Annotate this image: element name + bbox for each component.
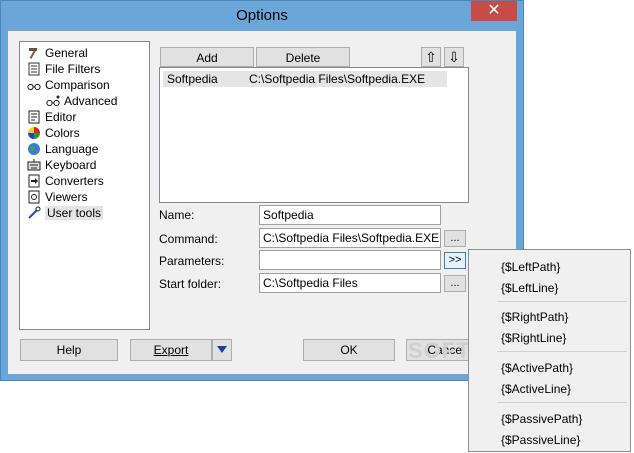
- tree-label: Viewers: [45, 190, 88, 204]
- tree-label: General: [45, 46, 88, 60]
- menu-item-right-path[interactable]: {$RightPath}: [501, 310, 568, 324]
- list-item[interactable]: Softpedia C:\Softpedia Files\Softpedia.E…: [163, 71, 447, 87]
- move-down-button[interactable]: ⇩: [444, 47, 464, 67]
- name-field[interactable]: Softpedia: [259, 205, 441, 225]
- tree-label: Keyboard: [45, 158, 97, 172]
- chevron-down-icon: [217, 346, 227, 353]
- filter-icon: [28, 62, 40, 76]
- tree-label: Language: [45, 142, 99, 156]
- menu-item-passive-path[interactable]: {$PassivePath}: [501, 412, 582, 426]
- dialog-client: General File Filters Comparison Advanced: [8, 31, 516, 374]
- tree-item-general[interactable]: General: [27, 45, 88, 61]
- delete-button[interactable]: Delete: [256, 47, 350, 67]
- parameters-menu-button[interactable]: >>: [444, 252, 466, 269]
- start-folder-browse-button[interactable]: ...: [444, 275, 466, 292]
- help-button[interactable]: Help: [20, 339, 118, 361]
- globe-icon: [28, 143, 40, 155]
- title-bar[interactable]: Options ✕: [0, 0, 524, 31]
- tree-label: Converters: [45, 174, 104, 188]
- command-browse-button[interactable]: ...: [444, 230, 466, 247]
- tree-item-viewers[interactable]: Viewers: [27, 189, 87, 205]
- tree-label: Editor: [45, 110, 77, 124]
- export-button[interactable]: Export: [130, 339, 212, 361]
- tools-icon: [28, 206, 41, 219]
- tree-item-editor[interactable]: Editor: [27, 109, 76, 125]
- name-label: Name:: [159, 208, 195, 222]
- parameters-popup-menu: {$LeftPath} {$LeftLine} {$RightPath} {$R…: [468, 249, 631, 452]
- tree-item-keyboard[interactable]: Keyboard: [27, 157, 96, 173]
- command-field[interactable]: C:\Softpedia Files\Softpedia.EXE: [259, 228, 441, 248]
- tree-item-language[interactable]: Language: [27, 141, 98, 157]
- menu-item-left-path[interactable]: {$LeftPath}: [501, 260, 560, 274]
- ok-button[interactable]: OK: [303, 339, 395, 361]
- menu-item-active-line[interactable]: {$ActiveLine}: [501, 382, 571, 396]
- tree-item-advanced[interactable]: Advanced: [46, 93, 117, 109]
- command-label: Command:: [159, 232, 218, 246]
- keyboard-icon: [27, 159, 41, 171]
- parameters-field[interactable]: [259, 250, 441, 270]
- menu-separator: [497, 402, 627, 403]
- hammer-icon: [29, 48, 37, 59]
- window-title: Options: [236, 7, 288, 24]
- parameters-label: Parameters:: [159, 254, 225, 268]
- document-icon: [28, 110, 40, 124]
- menu-separator: [497, 301, 627, 302]
- move-up-button[interactable]: ⇧: [421, 47, 441, 67]
- glasses-icon: [27, 83, 41, 91]
- tree-item-colors[interactable]: Colors: [27, 125, 80, 141]
- tools-list[interactable]: Softpedia C:\Softpedia Files\Softpedia.E…: [159, 67, 469, 203]
- tool-name: Softpedia: [167, 72, 218, 86]
- tree-item-converters[interactable]: Converters: [27, 173, 104, 189]
- tree-label: User tools: [45, 206, 104, 220]
- viewer-icon: [28, 190, 40, 204]
- converter-icon: [28, 174, 40, 188]
- options-tree[interactable]: General File Filters Comparison Advanced: [19, 41, 150, 330]
- menu-item-right-line[interactable]: {$RightLine}: [501, 331, 566, 345]
- color-wheel-icon: [28, 127, 40, 139]
- tree-item-user-tools[interactable]: User tools: [27, 205, 104, 221]
- tree-label: Advanced: [64, 94, 118, 108]
- start-folder-label: Start folder:: [159, 277, 222, 291]
- tree-label: File Filters: [45, 62, 101, 76]
- tree-label: Colors: [45, 126, 80, 140]
- menu-item-active-path[interactable]: {$ActivePath}: [501, 361, 573, 375]
- menu-item-left-line[interactable]: {$LeftLine}: [501, 281, 558, 295]
- glasses-advanced-icon: [46, 95, 60, 107]
- menu-separator: [497, 351, 627, 352]
- tree-item-comparison[interactable]: Comparison: [27, 77, 110, 93]
- tree-item-file-filters[interactable]: File Filters: [27, 61, 100, 77]
- options-window: Options ✕ General File Filters Compariso…: [0, 0, 524, 381]
- menu-item-passive-line[interactable]: {$PassiveLine}: [501, 433, 580, 447]
- tool-path: C:\Softpedia Files\Softpedia.EXE: [249, 72, 426, 86]
- tree-label: Comparison: [45, 78, 110, 92]
- close-button[interactable]: ✕: [471, 1, 517, 21]
- export-dropdown-button[interactable]: [212, 339, 232, 361]
- add-button[interactable]: Add: [160, 47, 254, 67]
- start-folder-field[interactable]: C:\Softpedia Files: [259, 273, 441, 293]
